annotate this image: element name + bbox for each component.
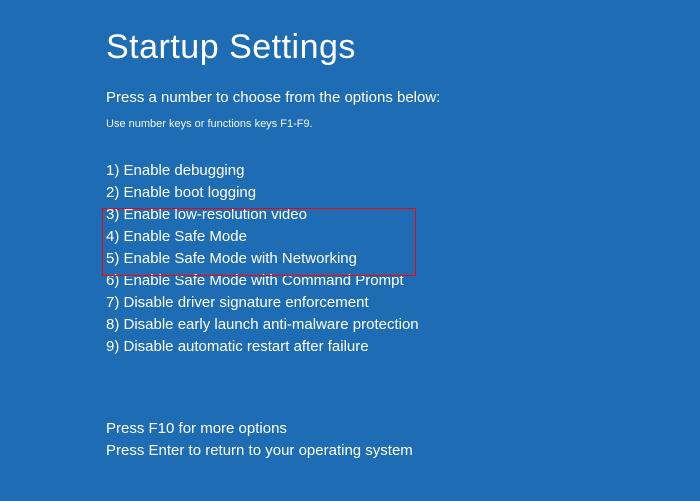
option-5[interactable]: 5) Enable Safe Mode with Networking xyxy=(106,248,700,270)
option-6[interactable]: 6) Enable Safe Mode with Command Prompt xyxy=(106,270,700,292)
page-title: Startup Settings xyxy=(106,28,700,67)
footer-more-options: Press F10 for more options xyxy=(106,418,700,440)
option-2[interactable]: 2) Enable boot logging xyxy=(106,182,700,204)
footer-enter: Press Enter to return to your operating … xyxy=(106,440,700,462)
option-7[interactable]: 7) Disable driver signature enforcement xyxy=(106,292,700,314)
option-8[interactable]: 8) Disable early launch anti-malware pro… xyxy=(106,314,700,336)
startup-settings-screen: Startup Settings Press a number to choos… xyxy=(0,0,700,462)
options-list: 1) Enable debugging 2) Enable boot loggi… xyxy=(106,160,700,358)
instruction-text: Press a number to choose from the option… xyxy=(106,89,700,106)
option-9[interactable]: 9) Disable automatic restart after failu… xyxy=(106,336,700,358)
option-1[interactable]: 1) Enable debugging xyxy=(106,160,700,182)
option-3[interactable]: 3) Enable low-resolution video xyxy=(106,204,700,226)
option-4[interactable]: 4) Enable Safe Mode xyxy=(106,226,700,248)
hint-text: Use number keys or functions keys F1-F9. xyxy=(106,118,700,130)
footer: Press F10 for more options Press Enter t… xyxy=(106,418,700,462)
